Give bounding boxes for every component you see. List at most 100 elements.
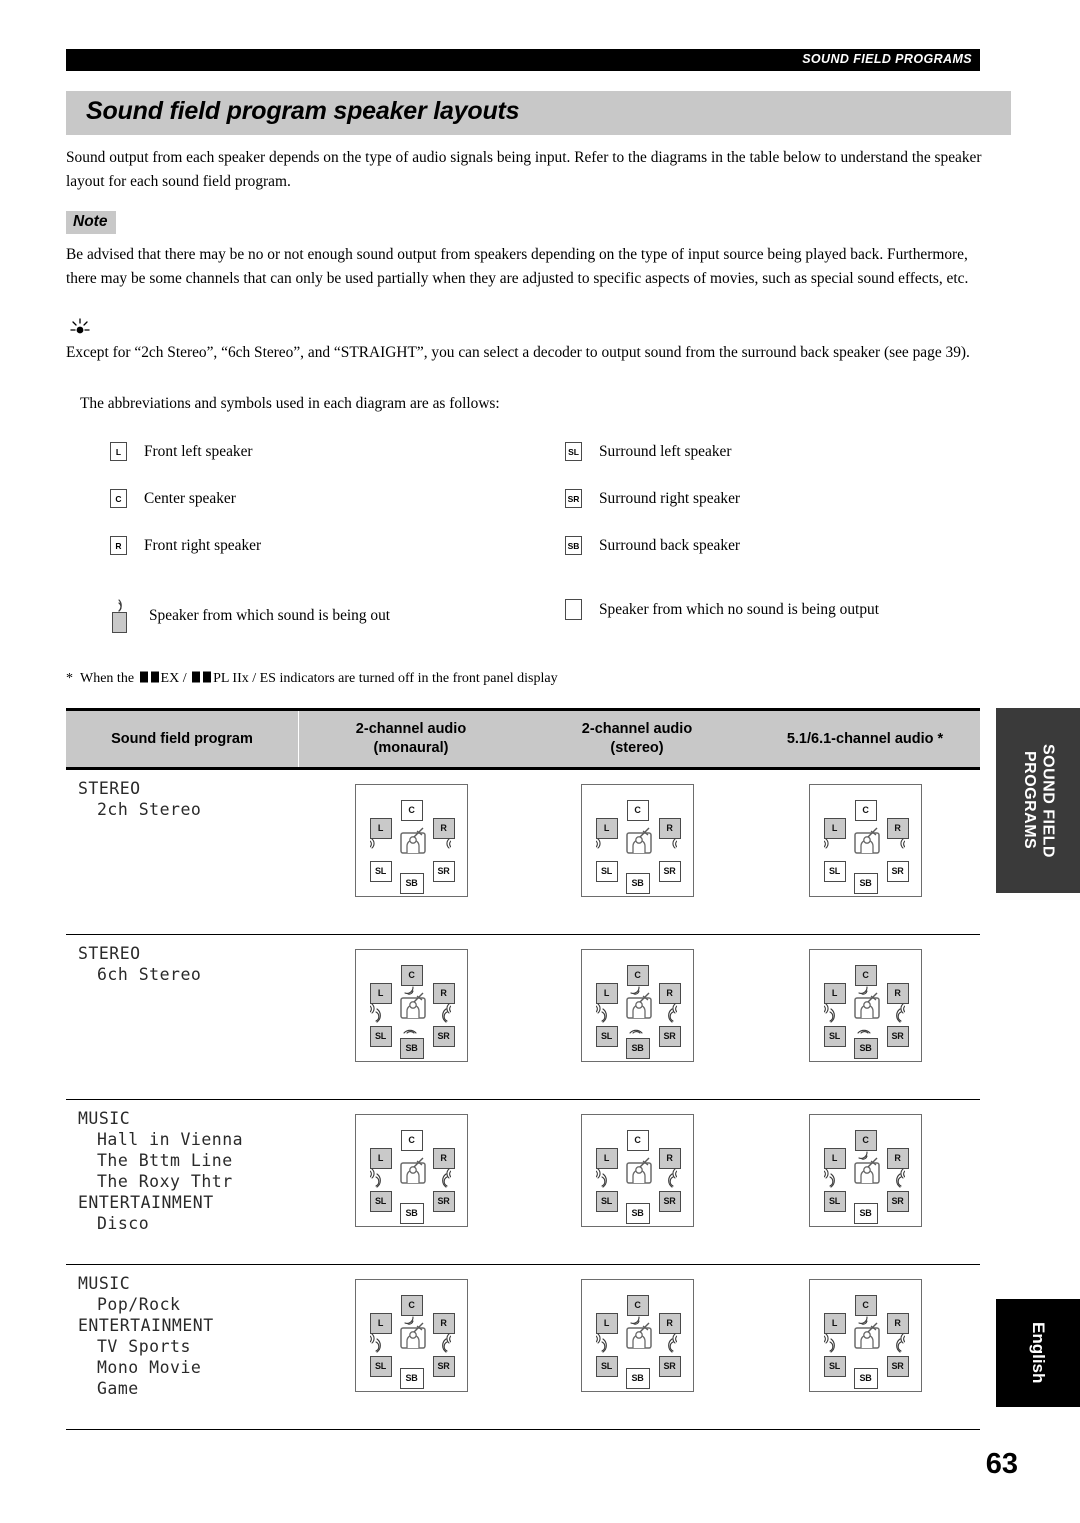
program-names-cell: MUSIC Hall in Vienna The Bttm Line The R… — [66, 1100, 298, 1234]
side-tab-language[interactable]: English — [996, 1299, 1080, 1407]
diagram-speaker-C: C — [626, 964, 649, 986]
column-header-51-61ch: 5.1/6.1-channel audio * — [786, 730, 944, 747]
diagram-speaker-C: C — [854, 1294, 877, 1316]
diagram-cell-51-61: L C R SL SB SR — [750, 1265, 980, 1392]
diagram-speaker-SB: SB — [625, 1037, 650, 1059]
diagram-speaker-R: R — [658, 817, 681, 839]
legend-row-sound-state: Speaker from which sound is being out Sp… — [110, 583, 990, 645]
side-tab-language-label: English — [1028, 1322, 1048, 1384]
note-body: Be advised that there may be no or not e… — [66, 246, 969, 287]
diagram-cell-stereo: L C R SL SB SR — [524, 770, 750, 897]
side-tab-chapter[interactable]: SOUND FIELD PROGRAMS — [996, 708, 1080, 893]
diagram-speaker-SR: SR — [432, 1025, 455, 1047]
diagram-speaker-SB: SB — [399, 1037, 424, 1059]
diagram-speaker-SR: SR — [658, 860, 681, 882]
diagram-speaker-R: R — [432, 1312, 455, 1334]
diagram-speaker-SL: SL — [595, 1355, 618, 1377]
speaker-inactive-icon — [565, 599, 582, 620]
speaker-chip-L-icon: L — [110, 442, 127, 461]
speaker-layout-diagram: L C R SL SB SR — [354, 1278, 468, 1392]
speaker-layout-table: Sound field program 2-channel audio (mon… — [66, 708, 980, 1430]
table-row: STEREO 6ch Stereo L C R SL SB SR L C R S… — [66, 935, 980, 1100]
diagram-speaker-R: R — [886, 817, 909, 839]
footnote-star: * — [66, 671, 73, 686]
running-head-text: SOUND FIELD PROGRAMS — [802, 52, 972, 66]
diagram-speaker-SR: SR — [886, 1190, 909, 1212]
program-name: 6ch Stereo — [97, 964, 202, 984]
diagram-speaker-SB: SB — [853, 1037, 878, 1059]
diagram-speaker-SR: SR — [658, 1190, 681, 1212]
diagram-speaker-R: R — [886, 1312, 909, 1334]
table-header-row: Sound field program 2-channel audio (mon… — [66, 711, 980, 767]
speaker-layout-diagram: L C R SL SB SR — [580, 1113, 694, 1227]
listener-seat-icon — [853, 827, 880, 854]
diagram-speaker-SL: SL — [595, 1025, 618, 1047]
legend-item-surround-right: SR Surround right speaker — [565, 489, 740, 508]
diagram-speaker-SB: SB — [853, 1202, 878, 1224]
listener-seat-icon — [399, 1322, 426, 1349]
side-tab-chapter-label: SOUND FIELD PROGRAMS — [1021, 743, 1057, 858]
legend-label: Surround back speaker — [599, 536, 741, 554]
diagram-speaker-L: L — [823, 1312, 846, 1334]
diagram-speaker-SL: SL — [595, 1190, 618, 1212]
program-names-cell: MUSIC Pop/Rock ENTERTAINMENT TV Sports M… — [66, 1265, 298, 1399]
diagram-speaker-SR: SR — [886, 860, 909, 882]
legend-item-surround-left: SL Surround left speaker — [565, 442, 732, 461]
tip-bulb-icon — [68, 318, 92, 338]
intro-paragraph: Sound output from each speaker depends o… — [66, 149, 982, 190]
speaker-layout-diagram: L C R SL SB SR — [808, 783, 922, 897]
program-names-cell: STEREO 2ch Stereo — [66, 770, 298, 820]
diagram-speaker-SL: SL — [369, 860, 392, 882]
diagram-cell-monaural: L C R SL SB SR — [298, 1265, 524, 1392]
legend-item-front-right: R Front right speaker — [110, 536, 261, 555]
diagram-speaker-R: R — [658, 1147, 681, 1169]
diagram-speaker-C: C — [626, 799, 649, 821]
diagram-speaker-SR: SR — [886, 1025, 909, 1047]
speaker-layout-diagram: L C R SL SB SR — [808, 948, 922, 1062]
legend-row: C Center speaker SR Surround right speak… — [110, 489, 990, 536]
abbreviations-intro: The abbreviations and symbols used in ea… — [80, 395, 500, 412]
diagram-speaker-SL: SL — [369, 1190, 392, 1212]
speaker-layout-diagram: L C R SL SB SR — [808, 1113, 922, 1227]
diagram-speaker-SB: SB — [625, 872, 650, 894]
diagram-cell-51-61: L C R SL SB SR — [750, 935, 980, 1062]
diagram-speaker-R: R — [886, 982, 909, 1004]
legend: L Front left speaker SL Surround left sp… — [110, 442, 990, 645]
program-name: The Roxy Thtr — [97, 1171, 233, 1191]
speaker-layout-diagram: L C R SL SB SR — [354, 948, 468, 1062]
program-names-cell: STEREO 6ch Stereo — [66, 935, 298, 985]
diagram-speaker-SL: SL — [823, 1355, 846, 1377]
diagram-speaker-L: L — [595, 1147, 618, 1169]
diagram-speaker-SL: SL — [823, 1190, 846, 1212]
listener-seat-icon — [625, 992, 652, 1019]
listener-seat-icon — [853, 992, 880, 1019]
diagram-speaker-SB: SB — [625, 1202, 650, 1224]
program-category: MUSIC — [78, 1108, 131, 1128]
listener-seat-icon — [853, 1322, 880, 1349]
listener-seat-icon — [399, 992, 426, 1019]
legend-item-center: C Center speaker — [110, 489, 236, 508]
diagram-speaker-L: L — [369, 817, 392, 839]
diagram-speaker-SR: SR — [658, 1355, 681, 1377]
listener-seat-icon — [853, 1157, 880, 1184]
diagram-speaker-R: R — [432, 1147, 455, 1169]
footnote-text-2: EX / — [160, 671, 187, 686]
diagram-speaker-R: R — [658, 982, 681, 1004]
legend-label: Speaker from which sound is being out — [149, 607, 391, 624]
listener-seat-icon — [399, 827, 426, 854]
diagram-speaker-SR: SR — [886, 1355, 909, 1377]
page-title-band: Sound field program speaker layouts — [66, 91, 1011, 135]
column-header-program: Sound field program — [111, 730, 253, 747]
diagram-speaker-SB: SB — [853, 1367, 878, 1389]
legend-label: Front left speaker — [144, 442, 253, 460]
legend-row: L Front left speaker SL Surround left sp… — [110, 442, 990, 489]
diagram-speaker-L: L — [369, 982, 392, 1004]
program-category: ENTERTAINMENT — [78, 1192, 214, 1212]
diagram-speaker-C: C — [626, 1294, 649, 1316]
program-name: Disco — [97, 1213, 150, 1233]
legend-item-sound-off: Speaker from which no sound is being out… — [565, 599, 879, 620]
legend-item-surround-back: SB Surround back speaker — [565, 536, 740, 555]
program-category: ENTERTAINMENT — [78, 1315, 214, 1335]
table-row: MUSIC Pop/Rock ENTERTAINMENT TV Sports M… — [66, 1265, 980, 1430]
running-head-bar: SOUND FIELD PROGRAMS — [66, 49, 980, 71]
